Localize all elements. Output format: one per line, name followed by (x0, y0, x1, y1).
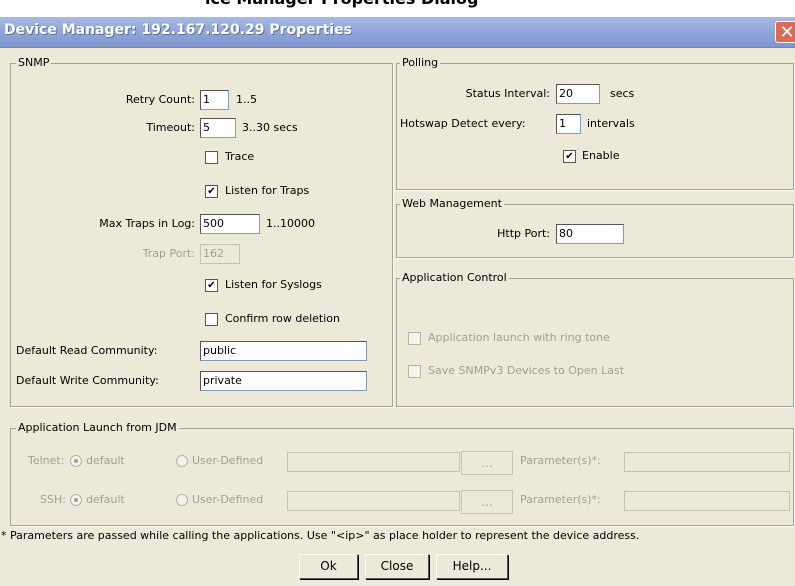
polling-enable-checkbox[interactable]: ✔ (563, 150, 576, 163)
retry-count-label: Retry Count: (125, 93, 195, 106)
header-fragment-text: ice Manager Properties Dialog (205, 0, 478, 8)
write-community-input[interactable]: private (200, 371, 367, 391)
trap-port-input[interactable]: 162 (200, 244, 240, 264)
max-traps-input[interactable]: 500 (200, 214, 260, 234)
ssh-params-input[interactable] (624, 491, 790, 511)
status-interval-unit: secs (610, 87, 635, 100)
ssh-default-radio[interactable] (70, 494, 82, 506)
timeout-hint: 3..30 secs (242, 121, 298, 134)
window-title: Device Manager: 192.167.120.29 Propertie… (4, 22, 352, 38)
title-bar[interactable]: Device Manager: 192.167.120.29 Propertie… (0, 17, 795, 48)
properties-dialog: Device Manager: 192.167.120.29 Propertie… (0, 17, 795, 586)
telnet-params-label: Parameter(s)*: (520, 454, 601, 467)
help-button[interactable]: Help... (436, 554, 508, 579)
close-window-button[interactable]: ✕ (775, 21, 795, 43)
retry-count-input[interactable]: 1 (200, 90, 229, 110)
snmpv3-last-checkbox[interactable] (408, 365, 421, 378)
read-community-input[interactable]: public (200, 341, 367, 361)
application-launch-group (10, 428, 794, 526)
retry-count-hint: 1..5 (236, 93, 257, 106)
ssh-user-defined-radio[interactable] (176, 494, 188, 506)
telnet-path-input[interactable] (287, 452, 460, 472)
status-interval-input[interactable]: 20 (556, 84, 600, 104)
telnet-browse-button[interactable]: ... (461, 451, 513, 475)
status-interval-label: Status Interval: (465, 87, 550, 100)
listen-syslogs-label: Listen for Syslogs (225, 278, 322, 291)
timeout-input[interactable]: 5 (200, 118, 236, 138)
ssh-label: SSH: (40, 493, 66, 506)
application-launch-legend: Application Launch from JDM (16, 421, 179, 434)
polling-enable-label: Enable (582, 149, 620, 162)
max-traps-label: Max Traps in Log: (99, 217, 195, 230)
confirm-delete-checkbox[interactable] (205, 313, 218, 326)
polling-legend: Polling (400, 56, 441, 69)
http-port-label: Http Port: (497, 227, 550, 240)
listen-syslogs-checkbox[interactable]: ✔ (205, 279, 218, 292)
ssh-user-defined-label: User-Defined (192, 493, 264, 506)
ok-button[interactable]: Ok (299, 554, 358, 579)
telnet-default-label: default (86, 454, 125, 467)
header-fragment: ice Manager Properties Dialog (0, 0, 795, 18)
write-community-label: Default Write Community: (16, 374, 159, 387)
listen-traps-label: Listen for Traps (225, 184, 310, 197)
ring-tone-checkbox[interactable] (408, 332, 421, 345)
ssh-path-input[interactable] (287, 491, 460, 511)
close-button[interactable]: Close (365, 554, 429, 579)
trace-checkbox[interactable] (205, 151, 218, 164)
max-traps-hint: 1..10000 (266, 217, 315, 230)
snmp-legend: SNMP (16, 56, 52, 69)
timeout-label: Timeout: (146, 121, 195, 134)
trap-port-label: Trap Port: (142, 247, 195, 260)
hotswap-input[interactable]: 1 (556, 114, 581, 134)
application-control-legend: Application Control (400, 271, 509, 284)
read-community-label: Default Read Community: (16, 344, 158, 357)
trace-label: Trace (225, 150, 255, 163)
footnote: * Parameters are passed while calling th… (1, 529, 640, 542)
telnet-default-radio[interactable] (70, 455, 82, 467)
hotswap-label: Hotswap Detect every: (400, 117, 526, 130)
telnet-user-defined-label: User-Defined (192, 454, 264, 467)
confirm-delete-label: Confirm row deletion (225, 312, 341, 325)
listen-traps-checkbox[interactable]: ✔ (205, 185, 218, 198)
telnet-user-defined-radio[interactable] (176, 455, 188, 467)
ring-tone-label: Application launch with ring tone (428, 331, 610, 344)
telnet-params-input[interactable] (624, 452, 790, 472)
web-management-legend: Web Management (400, 197, 504, 210)
telnet-label: Telnet: (28, 454, 65, 467)
hotswap-unit: intervals (587, 117, 635, 130)
ssh-browse-button[interactable]: ... (461, 490, 513, 514)
ssh-default-label: default (86, 493, 125, 506)
snmpv3-last-label: Save SNMPv3 Devices to Open Last (428, 364, 625, 377)
http-port-input[interactable]: 80 (556, 224, 624, 244)
ssh-params-label: Parameter(s)*: (520, 493, 601, 506)
